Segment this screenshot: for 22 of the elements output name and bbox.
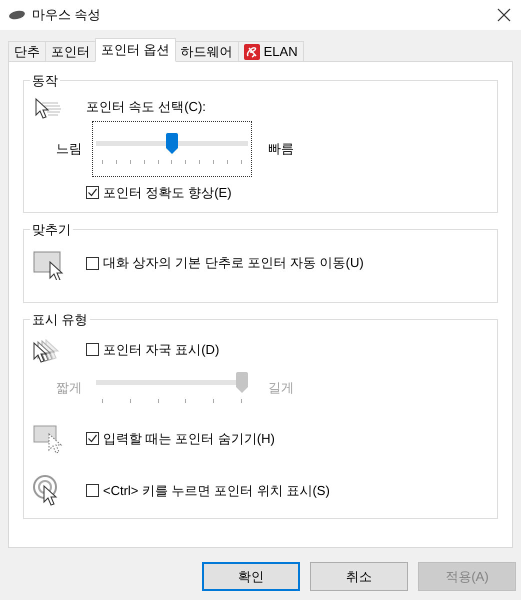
speed-label: 포인터 속도 선택(C): (86, 98, 207, 116)
slider-max-label: 길게 (268, 378, 294, 397)
tab[interactable]: 단추 (8, 41, 46, 62)
dialog-button[interactable]: 확인 (202, 562, 300, 591)
checkbox[interactable]: 포인터 정확도 향상(E) (86, 182, 294, 202)
tab[interactable]: ELAN (238, 41, 304, 62)
window-title: 마우스 속성 (32, 6, 101, 24)
slider-min-label: 짧게 (55, 378, 82, 397)
close-icon[interactable] (497, 8, 511, 22)
checkmark-icon (87, 433, 98, 444)
slider[interactable] (92, 120, 252, 176)
checkbox[interactable]: 포인터 자국 표시(D) (86, 340, 294, 360)
checkmark-icon (87, 186, 98, 198)
slider-thumb[interactable] (166, 133, 178, 155)
dialog-button[interactable]: 취소 (310, 562, 408, 591)
checkbox[interactable]: <Ctrl> 키를 누르면 포인터 위치 표시(S) (86, 480, 330, 500)
mouse-icon (8, 10, 26, 20)
checkbox[interactable]: 대화 상자의 기본 단추로 포인터 자동 이동(U) (86, 253, 364, 273)
tab[interactable]: 포인터 옵션 (95, 38, 176, 62)
checkbox[interactable]: 입력할 때는 포인터 숨기기(H) (86, 428, 275, 448)
slider-min-label: 느림 (55, 140, 82, 158)
slider-max-label: 빠름 (268, 140, 294, 158)
